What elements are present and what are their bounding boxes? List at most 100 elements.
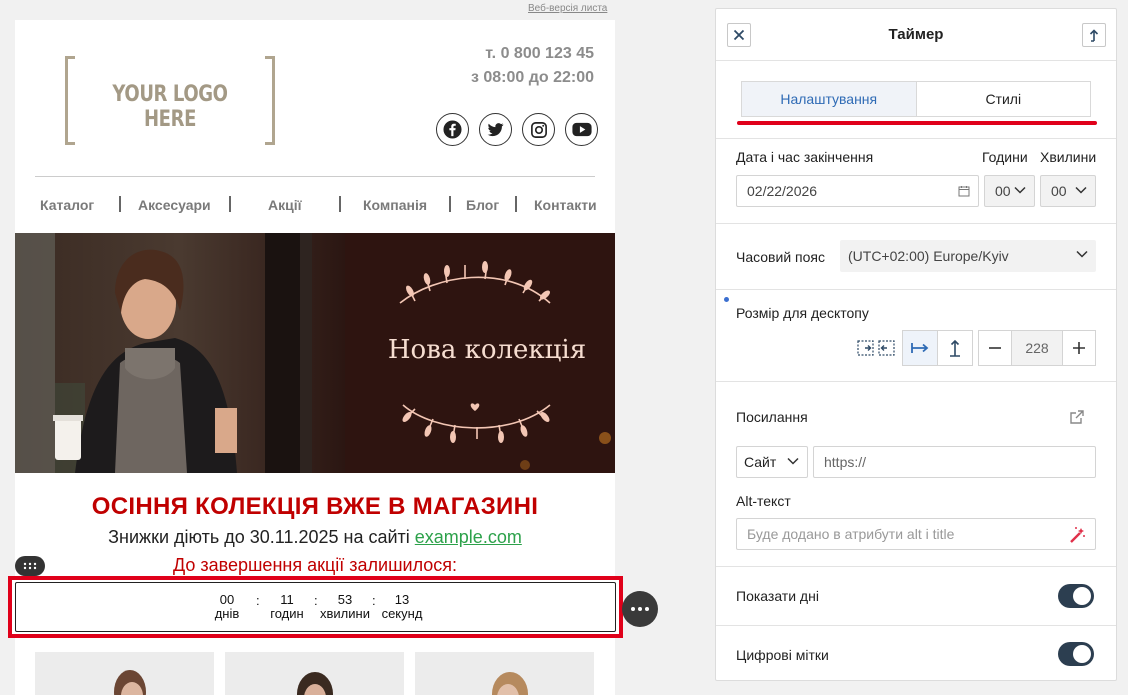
chevron-down-icon: [1075, 186, 1087, 194]
product-card[interactable]: [225, 652, 404, 695]
open-link-button[interactable]: [1069, 409, 1085, 430]
timezone-select[interactable]: (UTC+02:00) Europe/Kyiv: [840, 240, 1096, 272]
youtube-icon[interactable]: [565, 113, 598, 146]
timer-days: 00 днів: [208, 593, 246, 621]
logo-bracket-right: [265, 56, 275, 145]
date-input[interactable]: 02/22/2026: [736, 175, 979, 207]
product-card[interactable]: [415, 652, 594, 695]
nav-divider: [515, 196, 517, 212]
timer-minutes-label: хвилини: [320, 606, 370, 621]
web-version-link[interactable]: Веб-версія листа: [528, 3, 607, 14]
timezone-value: (UTC+02:00) Europe/Kyiv: [848, 248, 1009, 264]
timer-seconds: 13 секунд: [377, 593, 427, 621]
link-type-select[interactable]: Сайт: [736, 446, 808, 478]
digital-labels-toggle[interactable]: [1058, 642, 1094, 666]
hours-select-value: 00: [995, 183, 1011, 199]
nav-item-contacts[interactable]: Контакти: [534, 197, 597, 213]
nav-item-accessories[interactable]: Аксесуари: [138, 197, 211, 213]
size-input[interactable]: 228: [1011, 330, 1063, 366]
logo[interactable]: YOUR LOGO HERE: [65, 56, 275, 145]
timer-minutes: 53 хвилини: [316, 593, 374, 621]
hero-banner[interactable]: Нова колекція: [15, 233, 615, 473]
instagram-icon[interactable]: [522, 113, 555, 146]
digital-labels-label: Цифрові мітки: [736, 647, 829, 663]
section-divider: [716, 566, 1116, 567]
external-link-icon: [1070, 410, 1084, 424]
timer-seconds-value: 13: [394, 592, 410, 607]
timer-hours: 11 годин: [266, 593, 308, 621]
nav-item-promotions[interactable]: Акції: [268, 197, 302, 213]
url-input[interactable]: https://: [813, 446, 1096, 478]
alt-text-placeholder: Буде додано в атрибути alt і title: [747, 526, 955, 542]
height-arrow-icon: [950, 339, 960, 357]
section-divider: [716, 289, 1116, 290]
product-card[interactable]: [35, 652, 214, 695]
panel-tabs: Налаштування Стилі: [741, 81, 1091, 117]
section-divider: [716, 381, 1116, 382]
nav-divider: [449, 196, 451, 212]
tabs-highlight: [737, 121, 1097, 125]
alt-text-input[interactable]: Буде додано в атрибути alt і title: [736, 518, 1096, 550]
width-arrow-icon: [911, 343, 929, 353]
discount-text: Знижки діють до 30.11.2025 на сайті: [108, 527, 415, 547]
product-image: [492, 672, 528, 695]
toggle-knob: [1073, 645, 1091, 663]
headline: ОСІННЯ КОЛЕКЦІЯ ВЖЕ В МАГАЗИНІ: [91, 493, 539, 520]
grip-dots-icon: [23, 562, 37, 570]
timer-block[interactable]: 00 днів : 11 годин : 53 хвилини : 13 секунд: [15, 582, 616, 632]
fit-size-button[interactable]: [856, 338, 896, 363]
facebook-icon[interactable]: [436, 113, 469, 146]
magic-wand-icon[interactable]: [1067, 525, 1087, 545]
hours-select[interactable]: 00: [984, 175, 1035, 207]
size-decrease-button[interactable]: [978, 330, 1012, 366]
discount-line: Знижки діють до 30.11.2025 на сайті exam…: [15, 527, 615, 548]
fixed-width-button[interactable]: [902, 330, 938, 366]
link-label: Посилання: [736, 409, 808, 425]
nav-item-company[interactable]: Компанія: [363, 197, 427, 213]
nav-divider: [119, 196, 121, 212]
minutes-label: Хвилини: [1040, 149, 1097, 165]
twitter-icon[interactable]: [479, 113, 512, 146]
product-image: [297, 672, 333, 695]
panel-title: Таймер: [888, 26, 944, 43]
changed-indicator: [724, 297, 729, 302]
date-value: 02/22/2026: [747, 183, 818, 199]
chevron-down-icon: [787, 457, 799, 465]
site-link[interactable]: example.com: [415, 527, 522, 547]
desktop-size-label: Розмір для десктопу: [736, 305, 869, 321]
timer-hours-label: годин: [270, 606, 304, 621]
nav-item-catalog[interactable]: Каталог: [40, 197, 94, 213]
timer-minutes-value: 53: [337, 592, 353, 607]
show-days-toggle[interactable]: [1058, 584, 1094, 608]
block-more-button[interactable]: [622, 591, 658, 627]
panel-header: Таймер: [716, 9, 1116, 61]
logo-bracket-left: [65, 56, 75, 145]
move-up-button[interactable]: [1082, 23, 1106, 47]
nav-divider: [229, 196, 231, 212]
product-grid: [35, 652, 594, 695]
tab-styles[interactable]: Стилі: [917, 82, 1091, 116]
calendar-icon[interactable]: [958, 185, 970, 197]
minutes-select[interactable]: 00: [1040, 175, 1096, 207]
tab-settings[interactable]: Налаштування: [742, 82, 917, 116]
nav-divider: [339, 196, 341, 212]
logo-text: YOUR LOGO HERE: [112, 82, 228, 132]
fixed-height-button[interactable]: [937, 330, 973, 366]
timezone-label: Часовий пояс: [736, 249, 825, 265]
timer-block-selected[interactable]: 00 днів : 11 годин : 53 хвилини : 13 секунд: [8, 576, 623, 638]
social-links: [436, 113, 598, 146]
hours-label: Години: [982, 149, 1028, 165]
nav-item-blog[interactable]: Блог: [466, 197, 499, 213]
section-divider: [716, 625, 1116, 626]
section-divider: [716, 223, 1116, 224]
timer-hours-value: 11: [280, 592, 294, 607]
show-days-label: Показати дні: [736, 588, 819, 604]
timer-days-label: днів: [214, 606, 240, 621]
block-drag-handle[interactable]: [15, 556, 45, 576]
email-nav: Каталог Аксесуари Акції Компанія Блог Ко…: [35, 194, 605, 214]
hero-title: Нова колекція: [388, 335, 586, 365]
minutes-select-value: 00: [1051, 183, 1067, 199]
size-increase-button[interactable]: [1062, 330, 1096, 366]
fit-size-icon: [857, 340, 895, 356]
section-divider: [716, 138, 1116, 139]
